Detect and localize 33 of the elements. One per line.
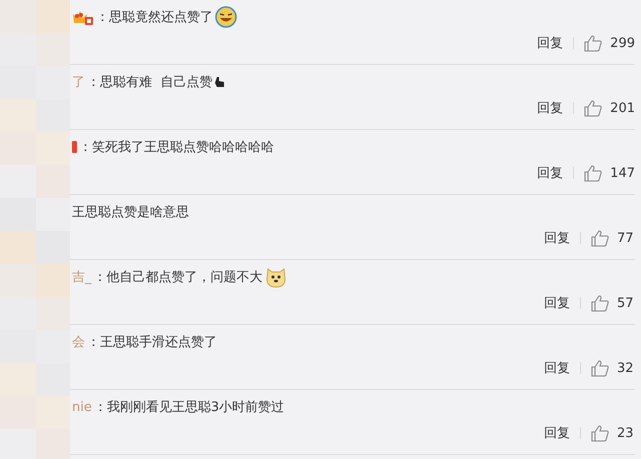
like-count: 201 xyxy=(610,100,635,116)
laughing-face-icon xyxy=(215,6,237,28)
crown-badge-icon xyxy=(72,9,94,25)
reply-link[interactable]: 回复 xyxy=(537,164,564,182)
thumbs-up-icon[interactable] xyxy=(584,164,602,182)
like-count: 77 xyxy=(617,230,635,246)
thumbs-up-icon[interactable] xyxy=(584,34,602,52)
thumbs-up-icon[interactable] xyxy=(591,230,609,246)
reply-link[interactable]: 回复 xyxy=(537,99,564,117)
like-count: 32 xyxy=(617,360,635,376)
comment-text: ：王思聪手滑还点赞了 xyxy=(87,334,217,351)
like-count: 23 xyxy=(617,426,635,440)
reply-link[interactable]: 回复 xyxy=(544,229,570,247)
comment-text: ：他自己都点赞了，问题不大 xyxy=(94,269,262,286)
thumbs-up-icon[interactable] xyxy=(591,424,609,442)
comment-text: ：我刚刚看见王思聪3小时前赞过 xyxy=(94,399,284,416)
thumbs-up-icon[interactable] xyxy=(591,360,609,376)
thumbs-up-icon[interactable] xyxy=(584,100,602,116)
thumbs-up-icon[interactable] xyxy=(591,294,609,312)
comment-text: 王思聪点赞是啥意思 xyxy=(72,204,189,221)
like-count: 57 xyxy=(617,296,635,310)
reply-link[interactable]: 回复 xyxy=(544,424,570,442)
reply-link[interactable]: 回复 xyxy=(537,34,564,52)
comment-text: ：思聪竟然还点赞了 xyxy=(96,9,213,26)
like-count: 147 xyxy=(610,166,635,180)
like-count: 299 xyxy=(610,36,635,50)
dog-face-icon xyxy=(264,266,286,288)
badge-icon xyxy=(72,141,77,153)
comment-text: ：思聪有难 自己点赞 xyxy=(87,74,212,91)
reply-link[interactable]: 回复 xyxy=(544,359,570,377)
reply-link[interactable]: 回复 xyxy=(544,294,570,312)
comment-text: ：笑死我了王思聪点赞哈哈哈哈哈 xyxy=(79,139,274,156)
hand-icon xyxy=(214,76,226,88)
